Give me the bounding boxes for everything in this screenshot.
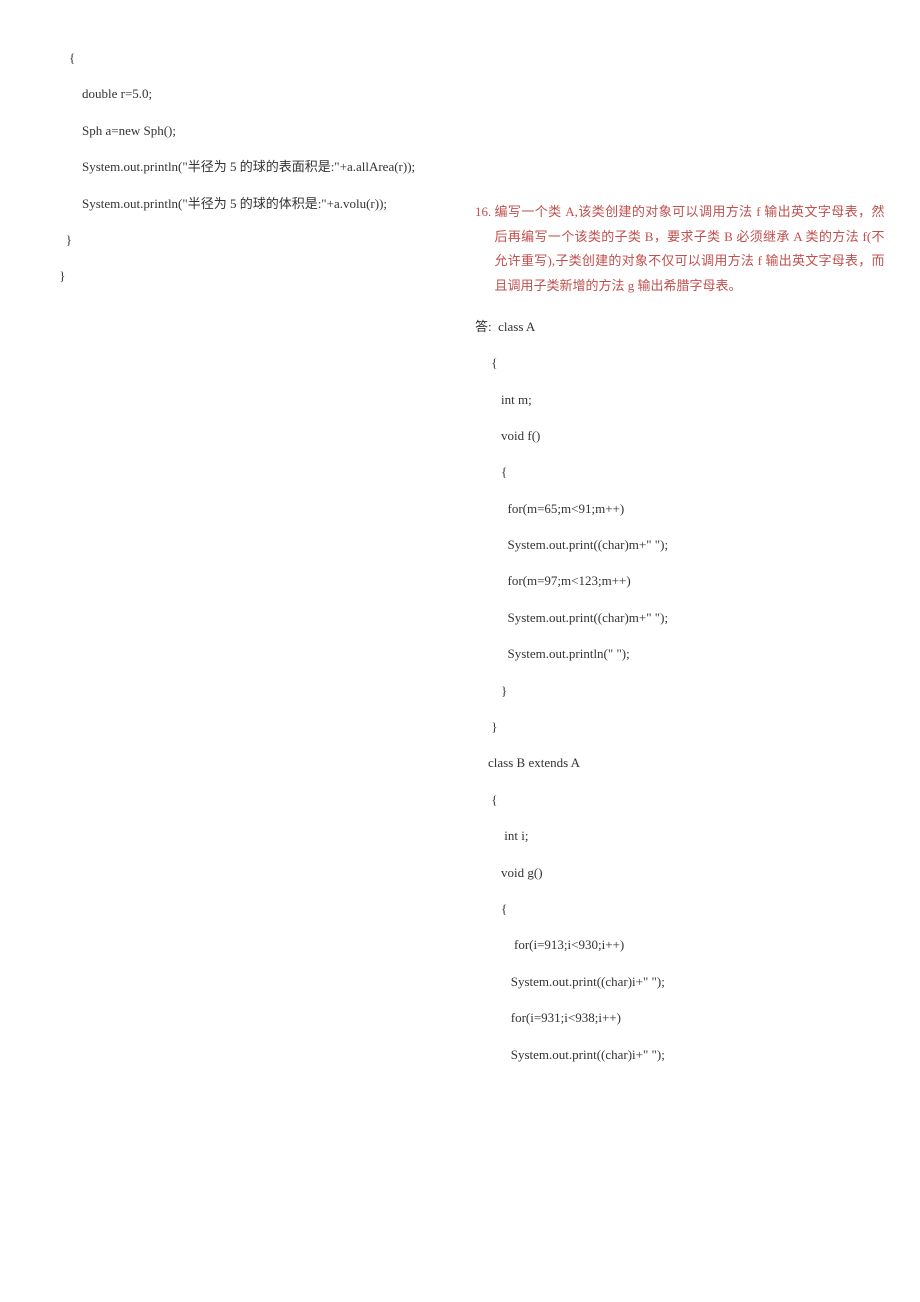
code-line: System.out.println("半径为 5 的球的体积是:"+a.vol… xyxy=(30,186,445,222)
right-column: 16. 编写一个类 A,该类创建的对象可以调用方法 f 输出英文字母表，然后再编… xyxy=(460,40,890,1073)
code-line: double r=5.0; xyxy=(30,76,445,112)
code-line: int m; xyxy=(475,382,890,418)
code-line: } xyxy=(30,222,445,258)
code-line: } xyxy=(475,709,890,745)
code-line: 答: class A xyxy=(475,309,890,345)
code-line: for(i=931;i<938;i++) xyxy=(475,1000,890,1036)
code-line: System.out.print((char)m+" "); xyxy=(475,600,890,636)
code-line: int i; xyxy=(475,818,890,854)
code-line: void g() xyxy=(475,855,890,891)
code-line: System.out.print((char)i+" "); xyxy=(475,1037,890,1073)
code-line: } xyxy=(475,673,890,709)
code-line: { xyxy=(475,782,890,818)
code-line: System.out.print((char)m+" "); xyxy=(475,527,890,563)
code-line: } xyxy=(30,258,445,294)
code-line: { xyxy=(475,891,890,927)
code-line: System.out.println(" "); xyxy=(475,636,890,672)
page: { double r=5.0; Sph a=new Sph(); System.… xyxy=(0,0,920,1103)
code-line: { xyxy=(475,345,890,381)
code-line: { xyxy=(475,454,890,490)
question-text: 编写一个类 A,该类创建的对象可以调用方法 f 输出英文字母表，然后再编写一个该… xyxy=(495,200,885,299)
code-line: { xyxy=(30,40,445,76)
code-line: for(m=65;m<91;m++) xyxy=(475,491,890,527)
question-block: 16. 编写一个类 A,该类创建的对象可以调用方法 f 输出英文字母表，然后再编… xyxy=(475,200,890,299)
code-line: Sph a=new Sph(); xyxy=(30,113,445,149)
code-line: System.out.println("半径为 5 的球的表面积是:"+a.al… xyxy=(30,149,445,185)
code-line: for(m=97;m<123;m++) xyxy=(475,563,890,599)
code-line: System.out.print((char)i+" "); xyxy=(475,964,890,1000)
code-line: for(i=913;i<930;i++) xyxy=(475,927,890,963)
left-column: { double r=5.0; Sph a=new Sph(); System.… xyxy=(30,40,460,1073)
code-line: void f() xyxy=(475,418,890,454)
question-number: 16. xyxy=(475,200,491,225)
code-line: class B extends A xyxy=(475,745,890,781)
